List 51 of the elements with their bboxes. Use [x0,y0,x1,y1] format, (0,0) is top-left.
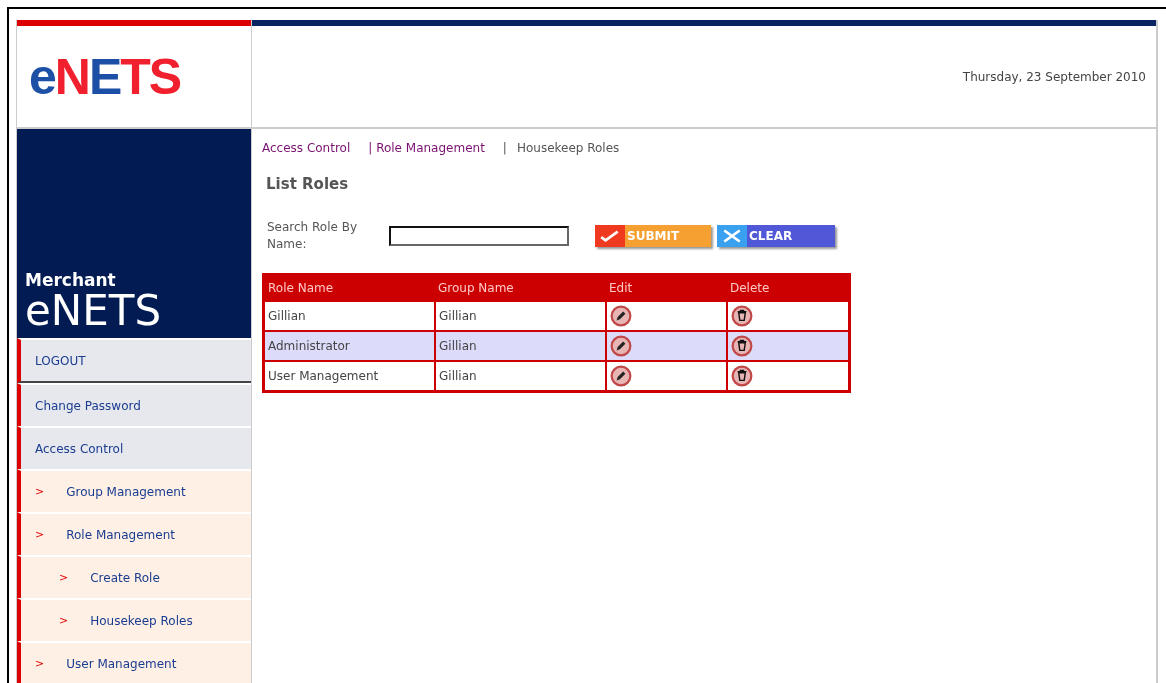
brand-subtitle: Merchant [25,270,116,290]
trash-icon[interactable] [731,365,753,387]
sidebar-label: LOGOUT [35,353,86,368]
column-header: Group Name [435,274,606,301]
trash-icon[interactable] [731,335,753,357]
chevron-marker: > [59,571,69,584]
cross-icon [721,229,743,243]
table-cell: User Management [263,361,435,392]
sidebar-label: Create Role [90,570,160,585]
date-text: Thursday, 23 September 2010 [962,69,1146,84]
clear-button[interactable]: CLEAR [717,225,835,247]
breadcrumb-text: | [502,141,507,155]
table-cell: Gillian [263,301,435,331]
table-cell: Gillian [435,301,606,331]
sidebar-item[interactable]: > User Management [17,641,251,683]
sidebar-label: User Management [66,656,177,671]
sidebar-item[interactable]: > Create Role [17,555,251,598]
sidebar-item[interactable]: Access Control [17,426,251,469]
chevron-marker: > [35,657,45,670]
trash-icon[interactable] [731,305,753,327]
chevron-marker: > [59,614,69,627]
search-field[interactable] [389,226,569,246]
enets-logo: eNETS [29,51,181,102]
chevron-marker: > [35,528,45,541]
sidebar-label: Group Management [66,484,186,499]
table-cell: Gillian [435,331,606,361]
pencil-icon[interactable] [610,365,632,387]
column-header: Edit [606,274,727,301]
column-header: Delete [727,274,850,301]
breadcrumb-link[interactable]: Access Control [262,141,351,155]
pencil-icon[interactable] [610,335,632,357]
sidebar-label: Role Management [66,527,175,542]
breadcrumb-link[interactable]: | Role Management [368,141,485,155]
sidebar-label: Change Password [35,398,141,413]
brand-title: eNETS [25,290,162,332]
sidebar-item[interactable]: Change Password [17,383,251,426]
sidebar-item[interactable]: > Group Management [17,469,251,512]
sidebar-label: Housekeep Roles [90,613,193,628]
check-icon [599,229,621,243]
table-cell: Gillian [435,361,606,392]
chevron-marker: > [35,485,45,498]
search-label: Search Role By Name: [267,219,359,253]
pencil-icon[interactable] [610,305,632,327]
page-heading: List Roles [266,175,350,193]
sidebar-label: Access Control [35,441,124,456]
table-cell: Administrator [263,331,435,361]
column-header: Role Name [263,274,435,301]
sidebar-item[interactable]: > Role Management [17,512,251,555]
breadcrumb-text: Housekeep Roles [516,141,620,155]
sidebar-item[interactable]: LOGOUT [17,338,251,383]
sidebar-item[interactable]: > Housekeep Roles [17,598,251,641]
